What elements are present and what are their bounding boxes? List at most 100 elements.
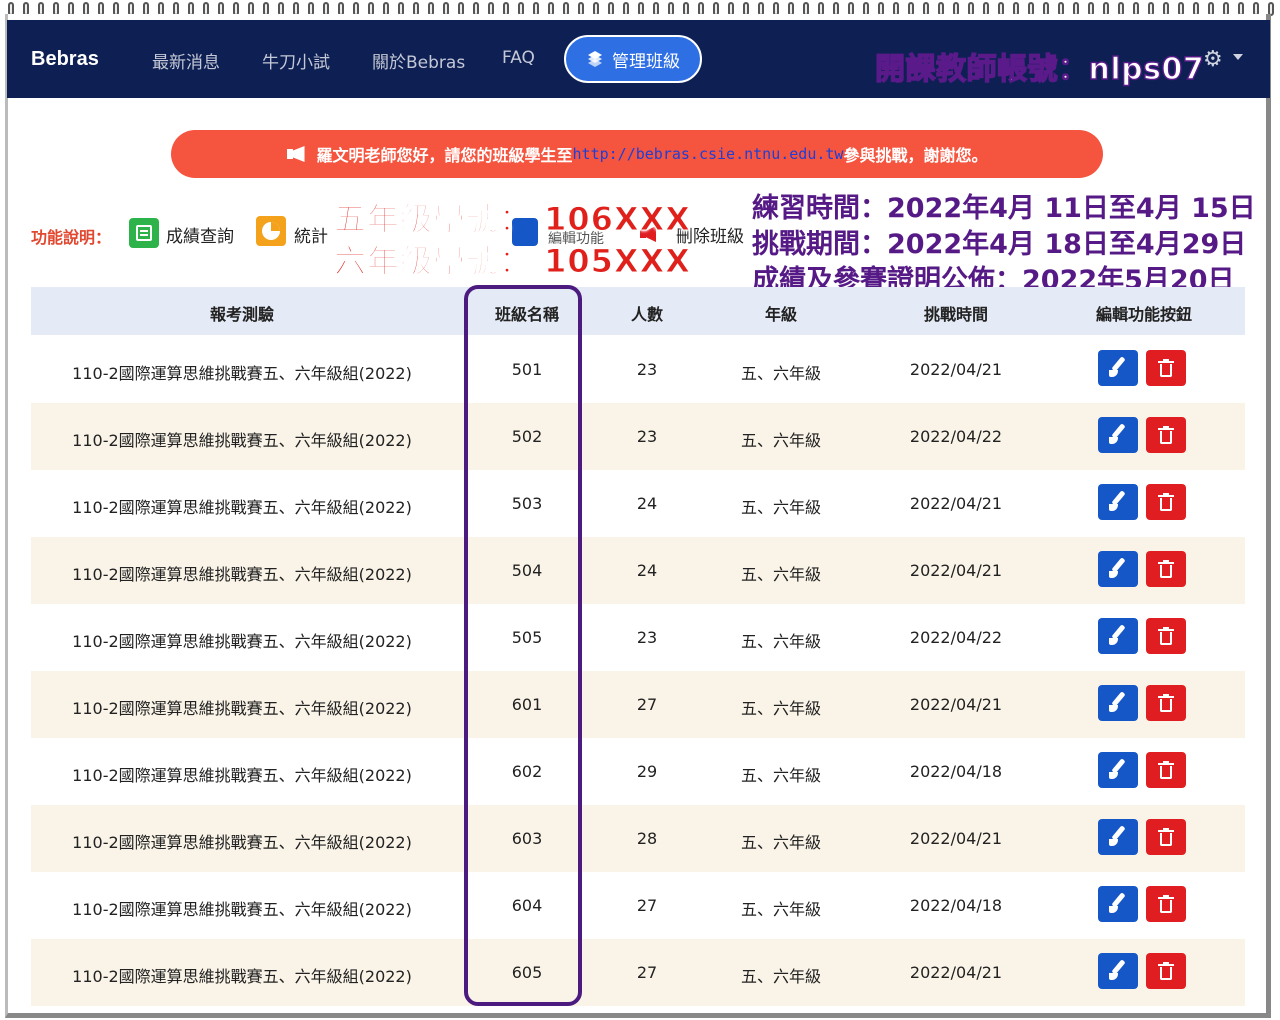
cell-grade: 五、六年級 [740,699,822,718]
cell-count: 27 [636,695,658,714]
cell-count: 23 [636,427,658,446]
brush-icon [1108,758,1128,780]
table-row: 110-2國際運算思維挑戰賽五、六年級組(2022) 601 27 五、六年級 2022… [31,671,1245,738]
delete-button[interactable] [1146,819,1186,855]
edit-button[interactable] [1098,819,1138,855]
cell-count: 24 [636,494,658,513]
table-row: 110-2國際運算思維挑戰賽五、六年級組(2022) 604 27 五、六年級 2022… [31,872,1245,939]
legend-label: 功能說明： [31,228,112,247]
cell-grade: 五、六年級 [740,766,822,785]
cell-exam: 110-2國際運算思維挑戰賽五、六年級組(2022) [72,967,412,986]
cell-exam: 110-2國際運算思維挑戰賽五、六年級組(2022) [72,364,412,383]
brush-icon [1108,423,1128,445]
cell-count: 28 [636,829,658,848]
nav-link-about[interactable]: 關於Bebras [372,48,465,73]
delete-button[interactable] [1146,551,1186,587]
delete-button[interactable] [1146,484,1186,520]
cell-challenge-time: 2022/04/22 [909,427,1003,446]
nav-link-manage-classes[interactable]: 管理班級 [564,35,702,83]
edit-button[interactable] [1098,417,1138,453]
header-count: 人數 [630,305,664,324]
edit-button[interactable] [1098,886,1138,922]
cell-challenge-time: 2022/04/21 [909,963,1003,982]
cell-exam: 110-2國際運算思維挑戰賽五、六年級組(2022) [72,699,412,718]
teacher-account-prefix: 開課教師帳號： [874,51,1089,87]
trash-icon [1158,359,1174,377]
cell-grade: 五、六年級 [740,632,822,651]
header-grade: 年級 [764,305,798,324]
cell-challenge-time: 2022/04/18 [909,762,1003,781]
table-row: 110-2國際運算思維挑戰賽五、六年級組(2022) 505 23 五、六年級 2022… [31,604,1245,671]
statistics-icon [256,216,286,246]
edit-button[interactable] [1098,752,1138,788]
brand-logo[interactable]: Bebras [31,48,99,71]
nav-link-practice[interactable]: 牛刀小試 [262,48,330,73]
legend-grade-query: 成績查詢 [166,227,234,247]
cell-count: 27 [636,963,658,982]
cell-challenge-time: 2022/04/18 [909,896,1003,915]
delete-button[interactable] [1146,618,1186,654]
brush-icon [1108,356,1128,378]
cell-grade: 五、六年級 [740,498,822,517]
chevron-down-icon[interactable] [1233,54,1243,60]
header-actions: 編輯功能按鈕 [1095,305,1193,324]
cell-count: 27 [636,896,658,915]
brush-icon [1108,892,1128,914]
trash-icon [1158,426,1174,444]
nav-link-news[interactable]: 最新消息 [152,48,220,73]
nav-link-faq[interactable]: FAQ [502,48,535,68]
top-navbar: Bebras 最新消息 牛刀小試 關於Bebras FAQ 管理班級 開課教師帳… [7,20,1270,98]
cell-grade: 五、六年級 [740,431,822,450]
announcement-text-before: 羅文明老師您好，請您的班級學生至 [316,146,573,165]
layers-icon [586,51,604,67]
cell-challenge-time: 2022/04/21 [909,695,1003,714]
trash-icon [1158,962,1174,980]
brush-icon [1108,557,1128,579]
trash-icon [1158,828,1174,846]
trash-icon [1158,761,1174,779]
megaphone-icon [286,146,307,162]
cell-challenge-time: 2022/04/21 [909,494,1003,513]
trash-icon [1158,627,1174,645]
cell-challenge-time: 2022/04/21 [909,360,1003,379]
table-row: 110-2國際運算思維挑戰賽五、六年級組(2022) 603 28 五、六年級 2022… [31,805,1245,872]
edit-button[interactable] [1098,953,1138,989]
delete-button[interactable] [1146,953,1186,989]
delete-button[interactable] [1146,886,1186,922]
delete-button[interactable] [1146,685,1186,721]
class-name-highlight [464,285,582,1006]
cell-challenge-time: 2022/04/22 [909,628,1003,647]
trash-icon [1158,560,1174,578]
edit-button[interactable] [1098,350,1138,386]
nav-active-label: 管理班級 [612,51,680,72]
gear-icon[interactable]: ⚙ [1203,47,1223,72]
brush-icon [1108,624,1128,646]
announcement-url-link[interactable]: http://bebras.csie.ntnu.edu.tw [573,145,844,163]
announcement-text-after: 參與挑戰，謝謝您。 [843,146,988,165]
cell-grade: 五、六年級 [740,967,822,986]
grade5-id-note: 五年級學號： 106XXX [334,200,691,239]
cell-exam: 110-2國際運算思維挑戰賽五、六年級組(2022) [72,900,412,919]
announcement-banner: 羅文明老師您好，請您的班級學生至 http://bebras.csie.ntnu… [171,130,1103,178]
header-challenge-time: 挑戰時間 [923,305,989,324]
teacher-account-label: 開課教師帳號：nlps07 [874,44,1205,88]
table-row: 110-2國際運算思維挑戰賽五、六年級組(2022) 502 23 五、六年級 2022… [31,403,1245,470]
table-row: 110-2國際運算思維挑戰賽五、六年級組(2022) 504 24 五、六年級 2022… [31,537,1245,604]
edit-button[interactable] [1098,685,1138,721]
edit-button[interactable] [1098,618,1138,654]
header-exam: 報考測驗 [209,305,275,324]
cell-grade: 五、六年級 [740,565,822,584]
cell-count: 23 [636,628,658,647]
brush-icon [1108,691,1128,713]
delete-button[interactable] [1146,752,1186,788]
edit-button[interactable] [1098,484,1138,520]
edit-button[interactable] [1098,551,1138,587]
trash-icon [1158,895,1174,913]
delete-button[interactable] [1146,417,1186,453]
cell-exam: 110-2國際運算思維挑戰賽五、六年級組(2022) [72,431,412,450]
teacher-account-id: nlps07 [1088,51,1205,87]
cell-count: 29 [636,762,658,781]
table-row: 110-2國際運算思維挑戰賽五、六年級組(2022) 501 23 五、六年級 2022… [31,336,1245,403]
table-row: 110-2國際運算思維挑戰賽五、六年級組(2022) 605 27 五、六年級 2022… [31,939,1245,1006]
delete-button[interactable] [1146,350,1186,386]
